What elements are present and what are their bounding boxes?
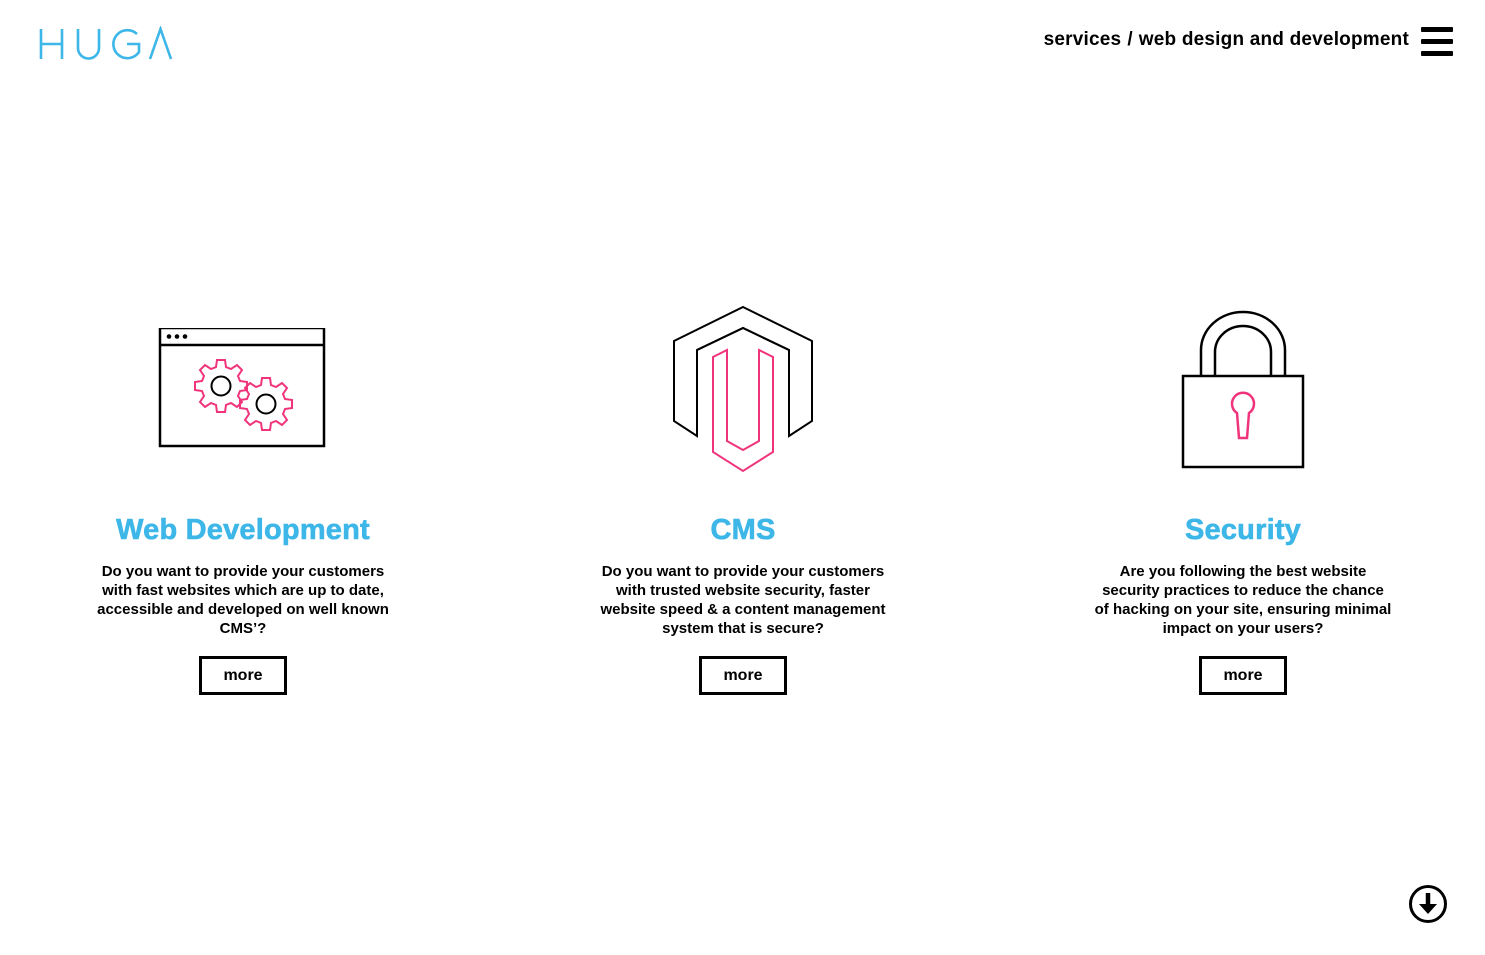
- service-description: Do you want to provide your customers wi…: [600, 563, 886, 637]
- hamburger-icon[interactable]: [1421, 27, 1453, 57]
- service-description: Do you want to provide your customers wi…: [97, 563, 389, 637]
- huga-logo[interactable]: [38, 26, 174, 62]
- breadcrumb-current: web design and development: [1138, 29, 1409, 50]
- more-button[interactable]: more: [1199, 656, 1287, 695]
- service-card-security: Security Are you following the best webs…: [1073, 300, 1413, 695]
- more-button[interactable]: more: [199, 656, 287, 695]
- magento-logo-icon: [573, 300, 913, 480]
- services-section: Web Development Do you want to provide y…: [0, 300, 1485, 700]
- hamburger-bar: [1421, 39, 1453, 44]
- service-card-web-development: Web Development Do you want to provide y…: [73, 300, 413, 695]
- service-title: Web Development: [116, 514, 370, 547]
- hamburger-bar: [1421, 27, 1453, 32]
- arrow-down-circle-icon[interactable]: [1408, 884, 1448, 924]
- padlock-icon: [1073, 300, 1413, 480]
- breadcrumb-services-link[interactable]: services: [1044, 29, 1122, 50]
- logo-mark: [39, 26, 173, 60]
- service-description: Are you following the best website secur…: [1094, 563, 1392, 637]
- service-card-cms: CMS Do you want to provide your customer…: [573, 300, 913, 695]
- service-title: Security: [1184, 514, 1302, 547]
- hamburger-bar: [1421, 51, 1453, 56]
- breadcrumb: services / web design and development: [1044, 29, 1409, 51]
- breadcrumb-separator: /: [1127, 29, 1133, 50]
- browser-gears-icon: [73, 300, 413, 480]
- page: services / web design and development We…: [0, 0, 1485, 955]
- more-button[interactable]: more: [699, 656, 787, 695]
- service-title: CMS: [710, 514, 776, 547]
